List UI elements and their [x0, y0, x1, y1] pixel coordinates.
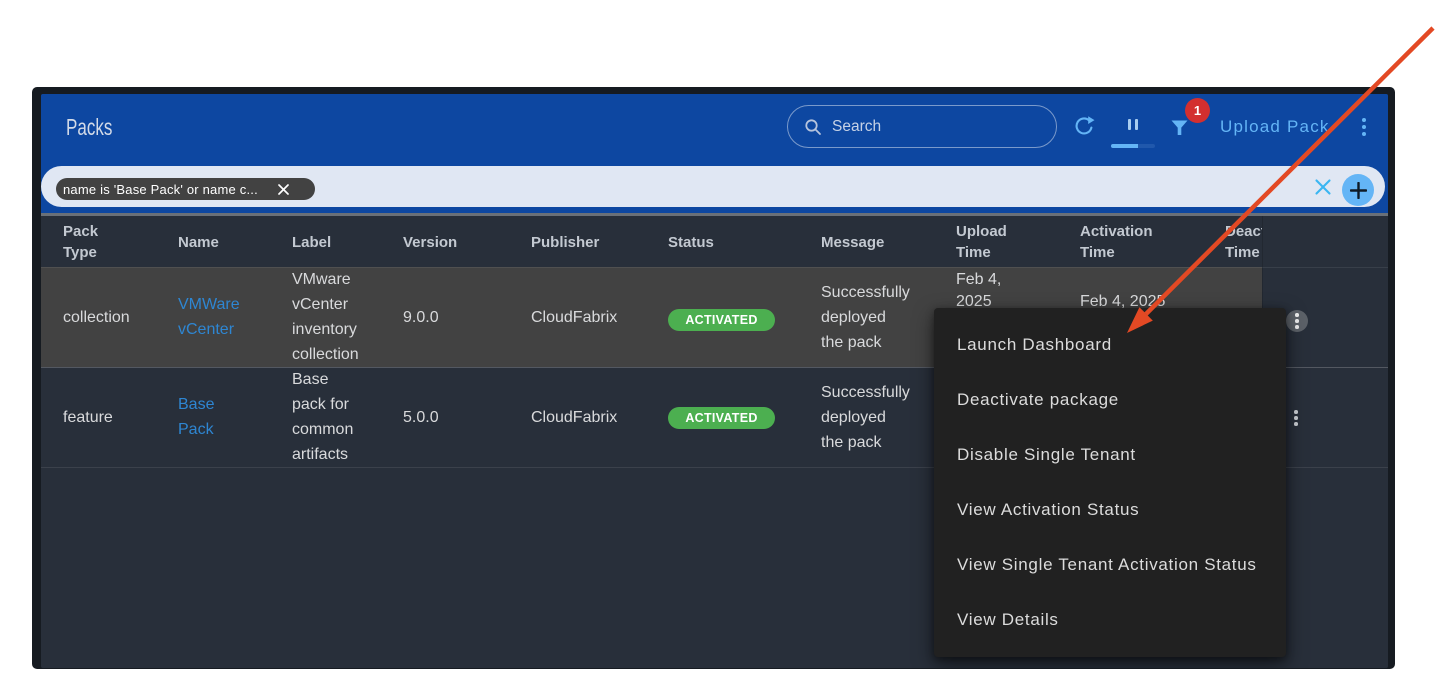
search-input[interactable]: Search — [787, 105, 1057, 148]
search-icon — [804, 118, 822, 136]
cell-pack-type: collection — [63, 305, 130, 330]
filter-chip[interactable]: name is 'Base Pack' or name c... — [56, 178, 315, 200]
col-header-deactivation-time[interactable]: Deactivation Time — [1225, 221, 1262, 264]
cell-pack-type: feature — [63, 405, 113, 430]
cell-name-link[interactable]: VMWare vCenter — [178, 292, 240, 342]
header-more-icon[interactable] — [1362, 118, 1366, 136]
add-filter-button[interactable] — [1342, 174, 1374, 206]
col-header-message[interactable]: Message — [821, 232, 884, 254]
row-context-menu: Launch Dashboard Deactivate package Disa… — [934, 308, 1286, 657]
row-actions-button[interactable] — [1286, 310, 1308, 332]
col-header-activation-time[interactable]: Activation Time — [1080, 221, 1153, 264]
col-header-pack-type[interactable]: Pack Type — [63, 221, 98, 264]
filter-count-badge: 1 — [1185, 98, 1210, 123]
col-header-label[interactable]: Label — [292, 232, 331, 254]
cell-publisher: CloudFabrix — [531, 305, 617, 330]
cell-version: 9.0.0 — [403, 305, 439, 330]
menu-item-view-single-tenant-activation-status[interactable]: View Single Tenant Activation Status — [934, 537, 1286, 592]
app-window: Packs Search 1 Upload Pack name is 'Base… — [32, 87, 1395, 669]
search-placeholder: Search — [832, 118, 881, 136]
menu-item-disable-single-tenant[interactable]: Disable Single Tenant — [934, 427, 1286, 482]
cell-upload-time: Feb 4, 2025 — [956, 269, 1001, 313]
col-header-version[interactable]: Version — [403, 232, 457, 254]
menu-item-view-activation-status[interactable]: View Activation Status — [934, 482, 1286, 537]
refresh-progress-bar — [1111, 144, 1155, 148]
cell-message: Successfully deployed the pack — [821, 280, 910, 355]
packs-table: Pack Type Name Label Version Publisher S… — [41, 213, 1388, 668]
filter-icon[interactable] — [1170, 120, 1189, 136]
status-badge: ACTIVATED — [668, 309, 775, 331]
filter-chip-label: name is 'Base Pack' or name c... — [63, 182, 258, 197]
cell-name-link[interactable]: Base Pack — [178, 392, 214, 442]
chip-remove-icon[interactable] — [278, 184, 289, 195]
refresh-icon[interactable] — [1072, 114, 1096, 138]
upload-pack-button[interactable]: Upload Pack — [1220, 117, 1330, 137]
cell-label: VMware vCenter inventory collection — [292, 267, 359, 367]
cell-version: 5.0.0 — [403, 405, 439, 430]
cell-label: Base pack for common artifacts — [292, 367, 353, 467]
plus-icon — [1350, 182, 1367, 199]
cell-message: Successfully deployed the pack — [821, 380, 910, 455]
clear-filters-icon[interactable] — [1315, 179, 1331, 195]
page-title: Packs — [66, 114, 112, 141]
menu-item-view-details[interactable]: View Details — [934, 592, 1286, 647]
col-header-publisher[interactable]: Publisher — [531, 232, 599, 254]
filter-bar: name is 'Base Pack' or name c... — [41, 166, 1385, 207]
app-content: Packs Search 1 Upload Pack name is 'Base… — [41, 94, 1388, 668]
col-header-name[interactable]: Name — [178, 232, 219, 254]
col-header-upload-time[interactable]: Upload Time — [956, 221, 1007, 264]
menu-item-deactivate-package[interactable]: Deactivate package — [934, 372, 1286, 427]
menu-item-launch-dashboard[interactable]: Launch Dashboard — [934, 317, 1286, 372]
cell-publisher: CloudFabrix — [531, 405, 617, 430]
row-actions-button[interactable] — [1294, 410, 1298, 426]
status-badge: ACTIVATED — [668, 407, 775, 429]
pause-icon[interactable] — [1128, 119, 1138, 130]
col-header-status[interactable]: Status — [668, 232, 714, 254]
